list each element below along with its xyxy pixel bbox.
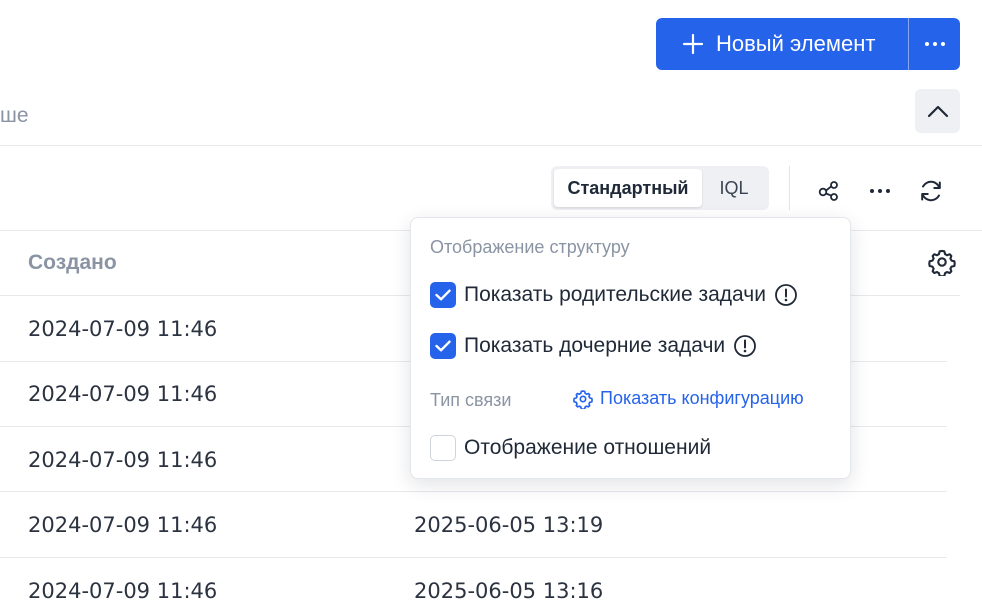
view-option-iql[interactable]: IQL bbox=[702, 169, 766, 207]
table-row-created: 2024-07-09 11:46 bbox=[28, 382, 218, 406]
toolbar-divider bbox=[789, 166, 790, 210]
show-parent-tasks-option[interactable]: Показать родительские задачи bbox=[430, 282, 798, 308]
column-settings-icon[interactable] bbox=[928, 248, 956, 276]
chevron-up-icon bbox=[927, 105, 948, 118]
row-divider bbox=[0, 491, 947, 492]
show-child-tasks-checkbox[interactable] bbox=[430, 333, 456, 359]
table-row-updated: 2025-06-05 13:16 bbox=[414, 579, 604, 603]
show-relations-checkbox[interactable] bbox=[430, 435, 456, 461]
table-row-created: 2024-07-09 11:46 bbox=[28, 317, 218, 341]
show-parent-tasks-label: Показать родительские задачи bbox=[464, 283, 766, 306]
row-divider bbox=[0, 557, 947, 558]
hierarchy-icon bbox=[818, 181, 838, 201]
dropdown-section-title: Отображение структуру bbox=[430, 237, 630, 257]
plus-icon bbox=[682, 33, 704, 55]
show-child-tasks-label: Показать дочерние задачи bbox=[464, 334, 726, 357]
table-row-created: 2024-07-09 11:46 bbox=[28, 513, 218, 537]
divider bbox=[0, 145, 982, 146]
collapse-button[interactable] bbox=[915, 89, 960, 133]
show-relations-option[interactable]: Отображение отношений bbox=[430, 435, 711, 461]
new-element-button[interactable]: Новый элемент bbox=[656, 18, 908, 70]
table-row-created: 2024-07-09 11:46 bbox=[28, 448, 218, 472]
more-horizontal-icon bbox=[924, 42, 945, 46]
show-child-tasks-option[interactable]: Показать дочерние задачи bbox=[430, 333, 757, 359]
checkmark-icon bbox=[435, 289, 451, 301]
gear-icon bbox=[573, 389, 593, 409]
table-row-updated: 2025-06-05 13:19 bbox=[414, 513, 604, 537]
show-parent-tasks-checkbox[interactable] bbox=[430, 282, 456, 308]
structure-dropdown: Отображение структуру Показать родительс… bbox=[410, 217, 851, 479]
structure-button[interactable] bbox=[814, 176, 844, 206]
new-element-label: Новый элемент bbox=[716, 31, 876, 56]
view-option-standard[interactable]: Стандартный bbox=[554, 169, 702, 207]
refresh-button[interactable] bbox=[916, 176, 946, 206]
show-configuration-label: Показать конфигурацию bbox=[600, 388, 804, 408]
info-icon[interactable] bbox=[733, 334, 757, 358]
new-element-more-button[interactable] bbox=[908, 18, 960, 70]
show-configuration-link[interactable]: Показать конфигурацию bbox=[573, 388, 804, 409]
checkmark-icon bbox=[435, 340, 451, 352]
show-relations-label: Отображение отношений bbox=[464, 436, 712, 459]
link-type-label: Тип связи bbox=[430, 390, 512, 410]
table-row-created: 2024-07-09 11:46 bbox=[28, 579, 218, 603]
refresh-icon bbox=[921, 180, 941, 202]
more-horizontal-icon bbox=[870, 189, 890, 193]
info-icon[interactable] bbox=[774, 283, 798, 307]
truncated-label: ше bbox=[0, 104, 29, 127]
view-mode-toggle: Стандартный IQL bbox=[551, 166, 769, 210]
new-element-button-group: Новый элемент bbox=[656, 18, 960, 70]
column-header-created[interactable]: Создано bbox=[28, 251, 117, 275]
toolbar-more-button[interactable] bbox=[865, 176, 895, 206]
